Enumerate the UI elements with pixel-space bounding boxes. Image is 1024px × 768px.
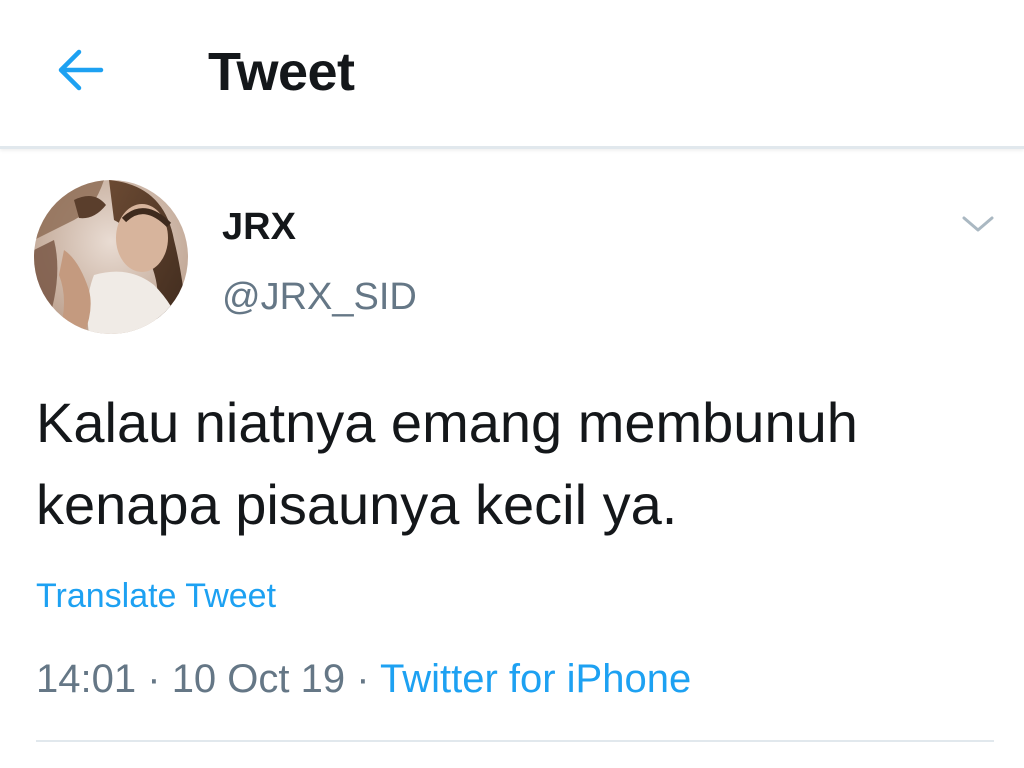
back-button[interactable]: [50, 40, 110, 100]
tweet-metadata: 14:01 · 10 Oct 19 · Twitter for iPhone: [36, 654, 691, 704]
tweet-time: 14:01: [36, 657, 137, 701]
top-bar: Tweet: [0, 0, 1024, 149]
author-handle[interactable]: @JRX_SID: [222, 275, 417, 319]
page-title: Tweet: [208, 42, 355, 102]
chevron-down-icon: [962, 216, 994, 232]
tweet-detail-screen: Tweet JRX @JRX_SID Kalau niatnya emang m…: [0, 0, 1024, 768]
tweet-options-button[interactable]: [958, 208, 998, 240]
avatar[interactable]: [34, 180, 188, 334]
profile-photo: [34, 180, 188, 334]
meta-separator: ·: [147, 657, 161, 701]
tweet-date: 10 Oct 19: [171, 657, 346, 701]
arrow-left-icon: [58, 49, 104, 91]
divider: [36, 740, 994, 742]
author-display-name[interactable]: JRX: [222, 205, 296, 249]
meta-separator: ·: [356, 657, 370, 701]
tweet-text: Kalau niatnya emang membunuh kenapa pisa…: [36, 391, 858, 536]
tweet-source-link[interactable]: Twitter for iPhone: [380, 657, 691, 701]
translate-tweet-link[interactable]: Translate Tweet: [36, 574, 276, 618]
